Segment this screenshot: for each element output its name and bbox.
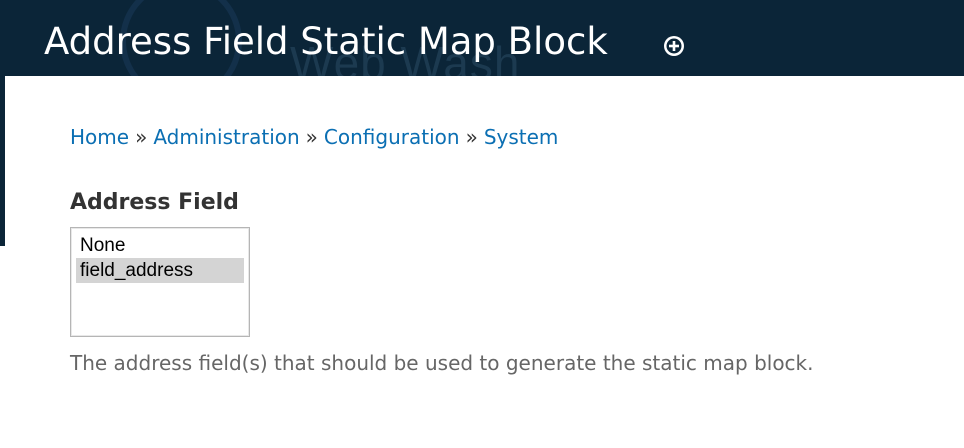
address-field-select[interactable]: None field_address	[70, 227, 250, 337]
breadcrumb-system[interactable]: System	[484, 125, 559, 149]
page-header: Web Wash Address Field Static Map Block	[0, 0, 964, 76]
page-title: Address Field Static Map Block	[44, 20, 608, 63]
breadcrumb-configuration[interactable]: Configuration	[324, 125, 460, 149]
select-option-field-address[interactable]: field_address	[76, 258, 244, 283]
main-content: Home» Administration» Configuration» System…	[5, 76, 964, 448]
breadcrumb-home[interactable]: Home	[70, 125, 129, 149]
address-field-label: Address Field	[70, 190, 239, 215]
breadcrumb-separator: »	[305, 125, 318, 149]
breadcrumb-separator: »	[135, 125, 148, 149]
breadcrumb-separator: »	[465, 125, 478, 149]
breadcrumb-administration[interactable]: Administration	[153, 125, 299, 149]
field-description: The address field(s) that should be used…	[70, 351, 814, 375]
plus-circle-icon[interactable]	[663, 35, 685, 57]
breadcrumb: Home» Administration» Configuration» System	[70, 125, 558, 149]
select-option-none[interactable]: None	[76, 233, 244, 258]
